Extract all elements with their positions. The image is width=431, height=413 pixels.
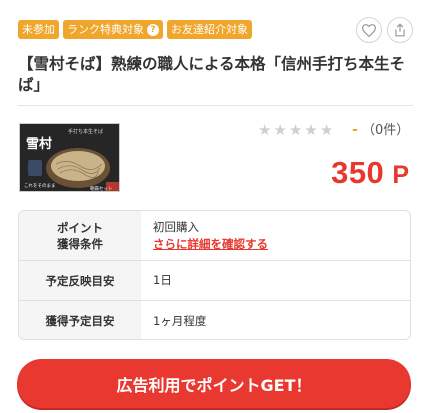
details-link[interactable]: さらに詳細を確認する bbox=[153, 236, 410, 253]
offer-title: 【雪村そば】熟練の職人による本格「信州手打ち本生そば」 bbox=[18, 55, 406, 94]
star-icon: ★ bbox=[258, 121, 272, 139]
detail-label: ポイント 獲得条件 bbox=[19, 211, 141, 260]
tag-rank-benefit[interactable]: ランク特典対象 ? bbox=[63, 20, 163, 39]
favorite-button[interactable] bbox=[356, 17, 382, 43]
heart-icon bbox=[362, 23, 376, 37]
detail-label: 獲得予定目安 bbox=[19, 301, 141, 339]
help-icon[interactable]: ? bbox=[147, 23, 159, 36]
point-unit: P bbox=[392, 161, 409, 189]
svg-text:朝霧セット: 朝霧セット bbox=[90, 185, 113, 192]
detail-value: 1日 bbox=[153, 273, 172, 287]
svg-text:手打ち本生そば: 手打ち本生そば bbox=[68, 128, 103, 135]
tag-not-joined: 未参加 bbox=[18, 20, 59, 39]
detail-label: 予定反映目安 bbox=[19, 261, 141, 300]
brand-mark: 雪村 bbox=[26, 136, 52, 152]
svg-text:これをそのまま: これをそのまま bbox=[24, 182, 56, 189]
divider bbox=[18, 105, 413, 106]
detail-row-reflection: 予定反映目安 1日 bbox=[19, 261, 410, 301]
point-amount: 350 P bbox=[331, 155, 409, 191]
tag-friend-referral: お友達紹介対象 bbox=[167, 20, 252, 39]
rating-score: - bbox=[352, 122, 358, 138]
star-icon: ★ bbox=[273, 121, 287, 139]
detail-value: 1ヶ月程度 bbox=[153, 313, 207, 328]
detail-row-acquisition: 獲得予定目安 1ヶ月程度 bbox=[19, 301, 410, 339]
get-points-button[interactable]: 広告利用でポイントGET！ bbox=[17, 359, 411, 408]
details-table: ポイント 獲得条件 初回購入 さらに詳細を確認する 予定反映目安 1日 獲得予定… bbox=[18, 210, 411, 340]
offer-card: 未参加 ランク特典対象 ? お友達紹介対象 【雪村そば】熟練の職人による本格「信… bbox=[0, 0, 431, 413]
share-icon bbox=[395, 23, 405, 37]
detail-value: 初回購入 さらに詳細を確認する bbox=[141, 211, 410, 260]
star-rating: ★ ★ ★ ★ ★ bbox=[258, 121, 333, 139]
star-icon: ★ bbox=[319, 121, 334, 139]
share-button[interactable] bbox=[387, 17, 413, 43]
tag-list: 未参加 ランク特典対象 ? お友達紹介対象 bbox=[18, 20, 252, 39]
star-icon: ★ bbox=[288, 121, 303, 139]
soba-image: 雪村 手打ち本生そば これをそのまま 朝霧セット bbox=[20, 124, 119, 192]
condition-text: 初回購入 bbox=[153, 219, 199, 234]
product-thumbnail[interactable]: 雪村 手打ち本生そば これをそのまま 朝霧セット bbox=[19, 123, 120, 192]
point-value: 350 bbox=[331, 155, 385, 190]
detail-row-condition: ポイント 獲得条件 初回購入 さらに詳細を確認する bbox=[19, 211, 410, 261]
star-icon: ★ bbox=[304, 121, 318, 139]
review-count[interactable]: （0件） bbox=[362, 122, 409, 140]
